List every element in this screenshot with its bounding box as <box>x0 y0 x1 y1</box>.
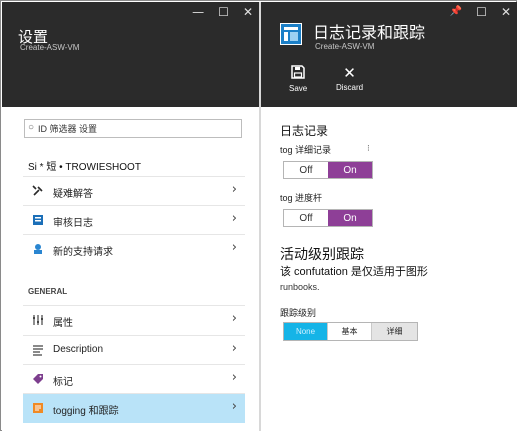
settings-item-logging-tracing[interactable]: togging 和跟踪 › <box>23 393 245 423</box>
trace-level-label: 跟踪级别 <box>280 308 317 318</box>
chevron-right-icon: › <box>231 211 237 226</box>
tracing-description-line2: runbooks. <box>280 282 320 292</box>
discard-icon: ✕ <box>343 64 356 82</box>
tracing-description: 该 confutation 是仅适用于图形 <box>280 266 428 278</box>
settings-item-description[interactable]: Description › <box>23 335 245 364</box>
audit-log-icon <box>32 214 44 226</box>
wrench-icon <box>32 185 44 197</box>
logging-blade-icon <box>280 23 302 45</box>
chevron-right-icon: › <box>231 399 237 414</box>
verbose-on-option[interactable]: On <box>328 162 372 178</box>
tracing-heading: 活动级别跟踪 <box>280 246 364 262</box>
tag-icon <box>32 373 44 385</box>
settings-item-label: 标记 <box>53 377 73 388</box>
settings-item-label: 疑难解答 <box>53 189 93 200</box>
trace-level-detailed[interactable]: 详细 <box>372 323 417 340</box>
settings-filter-input[interactable] <box>38 121 238 136</box>
logging-blade-header: 📌 ☐ ✕ 日志记录和跟踪 Create-ASW-VM Save ✕ Disca… <box>261 2 517 107</box>
portal-frame: — ☐ ✕ 设置 Create-ASW-VM ○ Si * 短 • TROWIE… <box>0 0 517 431</box>
settings-blade-header: — ☐ ✕ 设置 Create-ASW-VM <box>2 2 259 107</box>
support-request-icon <box>32 243 44 255</box>
progress-off-option[interactable]: Off <box>284 210 328 226</box>
settings-item-label: togging 和跟踪 <box>53 406 119 417</box>
trace-level-selector[interactable]: None 基本 详细 <box>283 322 418 341</box>
progress-logging-toggle[interactable]: Off On <box>283 209 373 227</box>
logging-blade: 📌 ☐ ✕ 日志记录和跟踪 Create-ASW-VM Save ✕ Disca… <box>261 2 517 431</box>
chevron-right-icon: › <box>231 341 237 356</box>
verbose-off-option[interactable]: Off <box>284 162 328 178</box>
settings-item-troubleshoot[interactable]: 疑难解答 › <box>23 176 245 205</box>
maximize-icon[interactable]: ☐ <box>476 6 487 18</box>
logging-heading: 日志记录 <box>280 124 329 138</box>
chevron-right-icon: › <box>231 240 237 255</box>
settings-window-controls: — ☐ ✕ <box>192 6 253 18</box>
properties-icon <box>32 314 44 326</box>
verbose-logging-toggle[interactable]: Off On <box>283 161 373 179</box>
chevron-right-icon: › <box>231 311 237 326</box>
save-icon <box>289 65 307 82</box>
chevron-right-icon: › <box>231 182 237 197</box>
settings-item-tags[interactable]: 标记 › <box>23 364 245 393</box>
close-icon[interactable]: ✕ <box>501 6 511 18</box>
search-icon: ○ <box>28 122 35 133</box>
settings-item-new-support-request[interactable]: 新的支持请求 › <box>23 234 245 263</box>
logging-blade-subtitle: Create-ASW-VM <box>315 42 375 51</box>
settings-item-properties[interactable]: 属性 › <box>23 305 245 334</box>
settings-item-label: Description <box>53 344 104 355</box>
general-section-label: GENERAL <box>28 287 68 296</box>
pin-icon[interactable]: 📌 <box>450 6 462 18</box>
settings-item-label: 新的支持请求 <box>53 247 113 258</box>
description-icon <box>32 344 44 356</box>
settings-item-label: 属性 <box>53 318 73 329</box>
logging-window-controls: 📌 ☐ ✕ <box>450 6 511 18</box>
discard-button[interactable]: ✕ Discard <box>336 65 363 92</box>
trace-level-none[interactable]: None <box>284 323 328 340</box>
save-button[interactable]: Save <box>289 65 307 93</box>
progress-on-option[interactable]: On <box>328 210 372 226</box>
progress-logging-label: tog 进度杆 <box>280 193 323 203</box>
save-label: Save <box>289 84 308 93</box>
settings-item-audit-logs[interactable]: 审核日志 › <box>23 205 245 234</box>
chevron-right-icon: › <box>231 370 237 385</box>
close-icon[interactable]: ✕ <box>243 6 253 18</box>
info-icon[interactable]: ⁝ <box>367 143 370 154</box>
discard-label: Discard <box>336 83 364 92</box>
minimize-icon[interactable]: — <box>192 6 204 18</box>
verbose-logging-label: tog 详细记录 <box>280 145 332 155</box>
maximize-icon[interactable]: ☐ <box>218 6 229 18</box>
settings-blade: — ☐ ✕ 设置 Create-ASW-VM ○ Si * 短 • TROWIE… <box>2 2 259 431</box>
logging-blade-title: 日志记录和跟踪 <box>313 25 426 42</box>
settings-item-label: 审核日志 <box>53 218 93 229</box>
settings-filter[interactable]: ○ <box>24 119 242 138</box>
settings-blade-subtitle: Create-ASW-VM <box>20 43 80 52</box>
support-section-label: Si * 短 • TROWIESHOOT <box>28 162 141 173</box>
trace-level-basic[interactable]: 基本 <box>328 323 372 340</box>
logging-icon <box>32 402 44 414</box>
